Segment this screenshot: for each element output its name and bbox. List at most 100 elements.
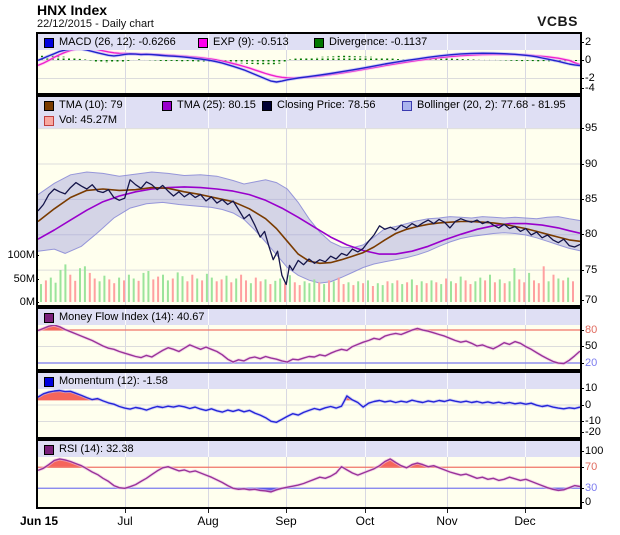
legend-item-rsi: RSI (14): 32.38 (44, 443, 134, 456)
volume-bar (98, 281, 101, 302)
momentum-line (38, 389, 580, 423)
volume-bar (49, 277, 52, 302)
volume-bar (537, 283, 540, 302)
volume-bar (118, 277, 121, 302)
volume-bar (562, 280, 565, 302)
price-plot[interactable] (38, 97, 580, 305)
volume-bar (347, 282, 350, 302)
volume-bar (313, 279, 316, 302)
volume-bar (79, 268, 81, 302)
x-axis-label: Nov (436, 514, 458, 528)
volume-bar (357, 281, 360, 302)
legend-label: RSI (14): 32.38 (59, 443, 134, 455)
mfi-swatch-icon (44, 313, 54, 323)
legend-column-divider (365, 309, 366, 325)
legend-column-divider (525, 373, 526, 389)
volume-bar (249, 283, 252, 302)
y-axis-label: 0 (580, 398, 592, 411)
volume-axis-label: 100M (1, 250, 39, 261)
volume-bar (406, 282, 409, 302)
volume-axis-label: 0M (1, 297, 39, 308)
volume-bar (88, 272, 91, 302)
volume-bar (401, 284, 404, 302)
legend-column-divider (365, 441, 366, 457)
macd-legend: MACD (26, 12): -0.6266 EXP (9): -0.513 D… (38, 34, 580, 50)
legend-column-divider (208, 441, 209, 457)
legend-column-divider (125, 97, 126, 128)
y-axis-label: -4 (581, 82, 595, 94)
y-axis-label: 50 (580, 340, 598, 352)
legend-column-divider (286, 441, 287, 457)
price-panel[interactable]: TMA (10): 79 TMA (25): 80.15 Closing Pri… (7, 95, 597, 308)
momentum-panel[interactable]: Momentum (12): -1.58 10 0 -10 -20 (36, 371, 601, 439)
volume-bar (220, 279, 223, 302)
volume-bar (137, 280, 140, 302)
y-axis-label: 0 (580, 53, 592, 66)
y-axis-label: 80 (580, 228, 598, 241)
volume-bar (215, 281, 218, 302)
y-axis-label: 70 (580, 294, 598, 306)
volume-bar (376, 283, 379, 302)
volume-bar (533, 280, 535, 302)
y-axis-label: 2 (580, 36, 592, 48)
bollinger-swatch-icon (402, 101, 412, 111)
volume-bar (166, 280, 169, 302)
macd-panel[interactable]: MACD (26, 12): -0.6266 EXP (9): -0.513 D… (36, 32, 595, 95)
volume-bar (547, 281, 550, 302)
x-axis-label: Aug (197, 514, 219, 528)
legend-column-divider (208, 309, 209, 325)
x-axis-tick (125, 509, 126, 513)
mfi-panel[interactable]: Money Flow Index (14): 40.67 80 50 20 (36, 307, 597, 371)
volume-bar (381, 285, 384, 302)
volume-bar (157, 276, 160, 302)
volume-bar (362, 283, 365, 302)
volume-bar (445, 278, 448, 302)
x-axis-tick (525, 509, 526, 513)
x-axis-tick (365, 509, 366, 513)
y-axis-label: 0 (580, 496, 592, 508)
volume-bar (83, 266, 86, 302)
legend-label: EXP (9): -0.513 (213, 36, 289, 48)
volume-bar (205, 273, 208, 302)
x-axis-tick (286, 509, 287, 513)
volume-bar (542, 266, 545, 302)
page-title: HNX Index (37, 2, 108, 18)
rsi-line (38, 458, 580, 493)
volume-bar (513, 268, 516, 302)
legend-item-mfi: Money Flow Index (14): 40.67 (44, 311, 205, 324)
legend-label: Bollinger (20, 2): 77.68 - 81.95 (417, 99, 566, 111)
volume-bar (484, 280, 487, 302)
volume-bar (196, 278, 199, 302)
volume-bar (435, 282, 438, 302)
volume-bar (293, 282, 296, 302)
legend-item-exp: EXP (9): -0.513 (198, 36, 289, 49)
volume-bar (254, 277, 257, 302)
volume-bar (528, 272, 531, 302)
volume-bar (503, 283, 506, 302)
volume-bar (240, 274, 243, 302)
momentum-above-fill (38, 390, 580, 401)
y-axis-label: 100 (580, 444, 604, 457)
rsi-panel[interactable]: RSI (14): 32.38 100 70 30 0 (36, 439, 603, 509)
legend-column-divider (286, 373, 287, 389)
volume-bar (191, 274, 194, 302)
volume-bar (279, 278, 282, 302)
legend-column-divider (365, 373, 366, 389)
volume-bar (298, 285, 301, 302)
volume-bar (171, 278, 174, 302)
volume-bar (108, 279, 111, 302)
volume-bar (44, 280, 47, 302)
x-axis-start-label: Jun 15 (20, 514, 59, 528)
volume-bar (572, 281, 574, 302)
y-axis-label: 10 (580, 382, 598, 394)
legend-item-bollinger: Bollinger (20, 2): 77.68 - 81.95 (402, 99, 566, 112)
volume-bar (274, 280, 277, 302)
volume-axis-label: 50M (1, 273, 39, 285)
legend-label: MACD (26, 12): -0.6266 (59, 36, 176, 48)
x-axis-label: Sep (275, 514, 297, 528)
volume-bar (210, 277, 213, 302)
volume-bar (567, 277, 570, 302)
legend-column-divider (447, 34, 448, 50)
mfi-above-fill (38, 325, 580, 330)
x-axis-tick (208, 509, 209, 513)
